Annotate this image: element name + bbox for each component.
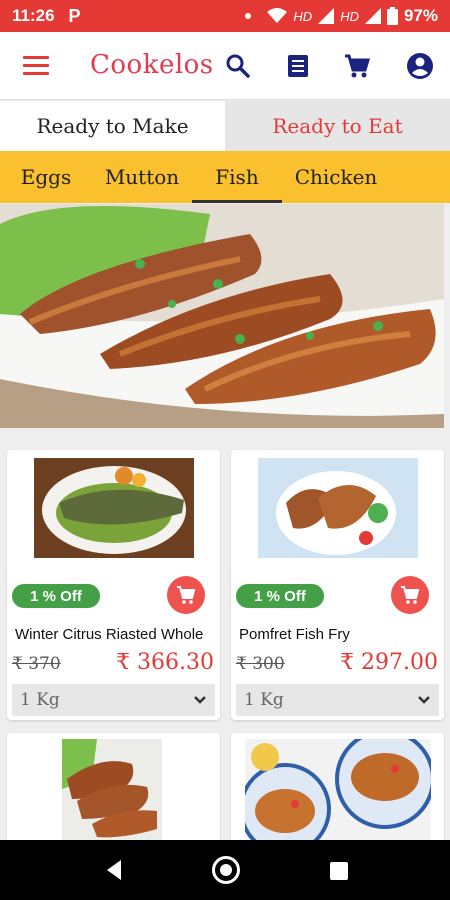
banner-fish-image [0, 204, 444, 428]
list-icon[interactable] [284, 52, 312, 80]
original-price: ₹ 300 [236, 654, 285, 674]
product-card[interactable]: 1 % Off Winter Citrus Riasted Whole ₹ 37… [7, 450, 220, 720]
network-label: HD [293, 8, 313, 24]
wifi-icon [267, 8, 288, 23]
unit-select[interactable]: 1 Kg [12, 684, 215, 716]
discounted-price: ₹ 297.00 [340, 650, 438, 675]
category-chicken[interactable]: Chicken [282, 151, 390, 203]
unit-select[interactable]: 1 Kg [236, 684, 439, 716]
menu-icon[interactable] [23, 56, 49, 76]
promo-banner[interactable] [0, 204, 444, 428]
battery-icon [386, 7, 398, 25]
add-to-cart-button[interactable] [167, 576, 205, 614]
search-icon[interactable] [224, 52, 252, 80]
cart-icon [401, 586, 420, 604]
network-label-2: HD [340, 8, 359, 24]
signal-icon-2 [364, 8, 381, 24]
status-time: 11:26 [12, 6, 55, 25]
category-strip: Eggs Mutton Fish Chicken [0, 151, 450, 203]
discounted-price: ₹ 366.30 [116, 650, 214, 675]
cart-icon[interactable] [343, 52, 371, 80]
tab-ready-to-eat[interactable]: Ready to Eat [225, 101, 450, 151]
category-fish[interactable]: Fish [192, 151, 282, 203]
product-name: Pomfret Fish Fry [239, 626, 350, 643]
product-image [62, 739, 162, 843]
brand-title: Cookelos [90, 50, 214, 80]
product-card[interactable] [231, 733, 444, 843]
product-card[interactable] [7, 733, 220, 843]
notification-dot-icon [245, 13, 252, 19]
discount-badge: 1 % Off [236, 584, 324, 608]
status-bar: 11:26 P HD HD 97% [0, 0, 450, 32]
product-image [258, 458, 418, 558]
original-price: ₹ 370 [12, 654, 61, 674]
recent-apps-icon[interactable] [330, 862, 348, 880]
cart-icon [177, 586, 196, 604]
add-to-cart-button[interactable] [391, 576, 429, 614]
main-tabs: Ready to Make Ready to Eat [0, 101, 450, 151]
battery-percent: 97% [403, 6, 438, 25]
tab-ready-to-make[interactable]: Ready to Make [0, 101, 225, 151]
app-notification-icon: P [68, 5, 81, 26]
product-name: Winter Citrus Riasted Whole [15, 626, 204, 643]
signal-icon [318, 8, 335, 24]
status-right: HD HD 97% [245, 6, 438, 26]
category-mutton[interactable]: Mutton [92, 151, 192, 203]
unit-select-value: 1 Kg [20, 690, 60, 710]
unit-select-value: 1 Kg [244, 690, 284, 710]
system-nav-bar [0, 840, 450, 900]
product-card[interactable]: 1 % Off Pomfret Fish Fry ₹ 300 ₹ 297.00 … [231, 450, 444, 720]
account-icon[interactable] [406, 52, 434, 80]
discount-badge: 1 % Off [12, 584, 100, 608]
category-eggs[interactable]: Eggs [0, 151, 92, 203]
back-icon[interactable] [105, 859, 123, 881]
chevron-down-icon [194, 696, 206, 704]
product-image [245, 739, 431, 843]
home-icon[interactable] [212, 856, 240, 884]
app-bar: Cookelos [0, 32, 450, 100]
chevron-down-icon [418, 696, 430, 704]
product-image [34, 458, 194, 558]
